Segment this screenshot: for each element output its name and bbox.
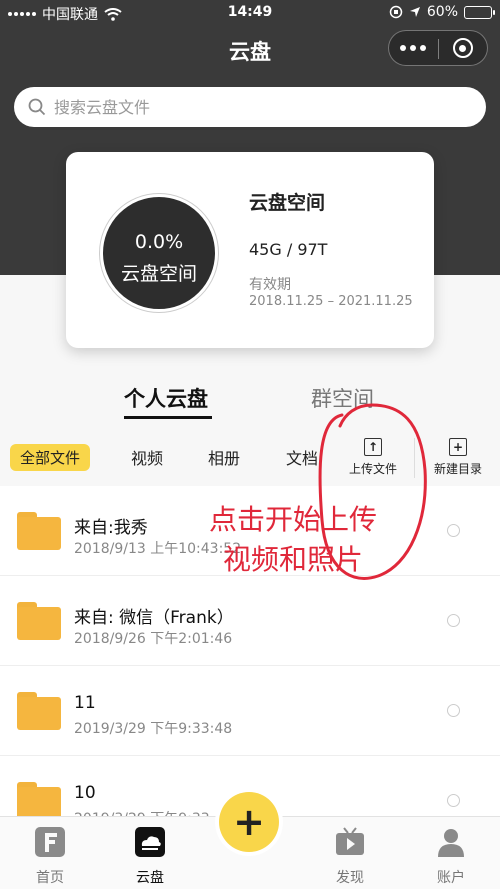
file-name: 10	[74, 783, 96, 803]
nav-discover[interactable]: 发现	[315, 825, 385, 887]
cloud-icon	[135, 827, 165, 857]
filter-doc[interactable]: 文档	[286, 445, 318, 469]
folder-icon	[17, 692, 61, 730]
annotation-line-2: 视频和照片	[222, 543, 363, 576]
file-date: 2018/9/26 下午2:01:46	[74, 631, 233, 647]
filter-album[interactable]: 相册	[208, 445, 240, 469]
storage-card: 0.0% 云盘空间 云盘空间 45G / 97T 有效期 2018.11.25 …	[66, 152, 434, 348]
file-date: 2019/3/29 下午9:33:48	[74, 721, 233, 737]
file-name: 来自:我秀	[74, 518, 148, 538]
location-icon	[409, 7, 420, 17]
battery-icon	[464, 5, 495, 19]
rotation-lock-icon	[389, 5, 403, 19]
tv-play-icon	[336, 827, 364, 855]
validity-label: 有效期	[249, 277, 291, 293]
validity-range: 2018.11.25 – 2021.11.25	[249, 294, 413, 309]
battery-percent: 60%	[426, 4, 458, 20]
add-button[interactable]: +	[219, 792, 279, 852]
filter-all-files[interactable]: 全部文件	[10, 444, 91, 471]
nav-cloud-label: 云盘	[136, 870, 164, 886]
target-circle-icon	[452, 38, 473, 58]
storage-ring-label: 云盘空间	[120, 263, 197, 285]
tab-personal-cloud[interactable]: 个人云盘	[124, 383, 208, 413]
search-input[interactable]	[54, 97, 454, 117]
annotation-line-1: 点击开始上传	[208, 503, 377, 536]
new-folder-icon: +	[449, 438, 467, 456]
home-f-icon	[35, 827, 65, 857]
nav-account[interactable]: 账户	[416, 825, 486, 887]
select-radio[interactable]	[447, 614, 460, 627]
folder-icon	[17, 512, 61, 550]
upload-icon: ↑	[364, 438, 382, 456]
storage-ring: 0.0% 云盘空间	[100, 194, 218, 312]
folder-icon	[17, 602, 61, 640]
nav-home[interactable]: 首页	[15, 825, 85, 887]
nav-account-label: 账户	[437, 870, 465, 886]
file-date: 2019/3/29 下午9:33	[74, 808, 210, 816]
storage-used-total: 45G / 97T	[249, 240, 328, 259]
storage-title: 云盘空间	[249, 192, 326, 214]
nav-cloud[interactable]: 云盘	[115, 825, 185, 887]
status-right: 60%	[389, 4, 495, 20]
new-folder-button[interactable]: + 新建目录	[423, 438, 493, 477]
user-icon	[438, 829, 464, 857]
filter-bar: 全部文件 视频 相册 文档 ↑ 上传文件 + 新建目录	[0, 438, 500, 482]
status-bar: 中国联通 14:49 60%	[0, 0, 500, 26]
upload-file-button[interactable]: ↑ 上传文件	[338, 438, 408, 477]
select-radio[interactable]	[447, 704, 460, 717]
more-dots-icon	[400, 45, 427, 51]
active-tab-underline	[124, 416, 212, 419]
nav-discover-label: 发现	[336, 870, 364, 886]
new-folder-label: 新建目录	[433, 462, 482, 476]
tab-group-space[interactable]: 群空间	[311, 383, 374, 413]
select-radio[interactable]	[447, 794, 460, 807]
file-name: 11	[74, 693, 96, 713]
search-bar[interactable]	[14, 87, 486, 127]
close-miniapp-button[interactable]	[438, 31, 487, 65]
storage-percent: 0.0%	[134, 231, 184, 253]
upload-file-label: 上传文件	[348, 462, 397, 476]
select-radio[interactable]	[447, 524, 460, 537]
list-item[interactable]: 来自: 微信（Frank） 2018/9/26 下午2:01:46	[0, 576, 500, 666]
search-icon	[28, 98, 46, 116]
annotation-text: 点击开始上传 视频和照片	[178, 500, 408, 580]
list-item[interactable]: 11 2019/3/29 下午9:33:48	[0, 666, 500, 756]
filter-video[interactable]: 视频	[131, 445, 163, 469]
file-name: 来自: 微信（Frank）	[74, 608, 234, 628]
action-divider	[414, 438, 415, 478]
nav-home-label: 首页	[36, 870, 64, 886]
more-button[interactable]	[389, 31, 438, 65]
folder-icon	[17, 782, 61, 816]
miniapp-capsule	[388, 30, 488, 66]
